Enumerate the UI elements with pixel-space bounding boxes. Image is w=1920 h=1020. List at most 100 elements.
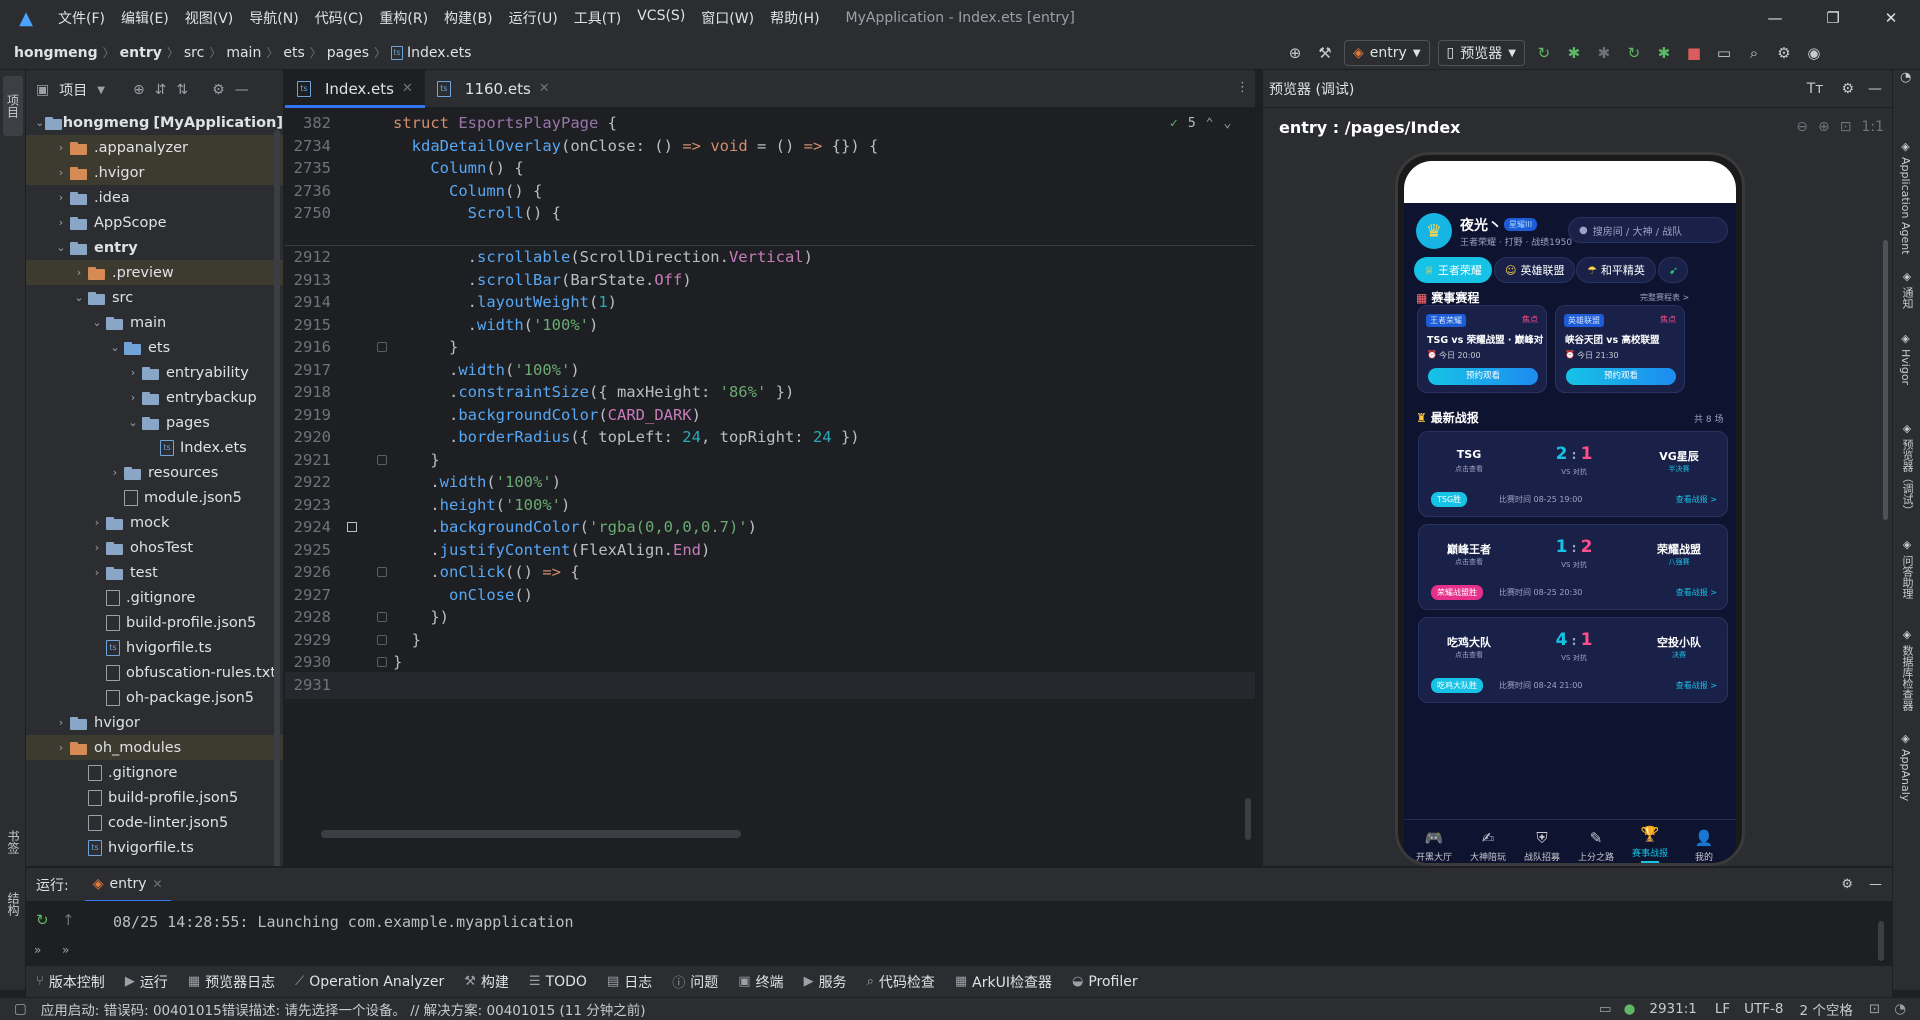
tree-item[interactable]: ⌄ hongmeng [MyApplication] [26, 110, 283, 135]
app-tab-item[interactable]: ⛨ 战队招募 [1516, 829, 1568, 863]
fold-marker-icon[interactable] [377, 657, 387, 667]
close-tab-icon[interactable]: ✕ [539, 81, 550, 96]
notifications-icon[interactable]: ◔ [1900, 70, 1911, 85]
bottom-tool-button[interactable]: ▦ ArkUI检查器 [945, 972, 1062, 992]
collapse-all-icon[interactable]: ⇅ [176, 82, 188, 98]
fit-screen-icon[interactable]: ⊡ [1840, 119, 1852, 135]
chevron-right-icon[interactable]: › [52, 191, 70, 204]
tree-item[interactable]: obfuscation-rules.txt [26, 660, 283, 685]
tree-item[interactable]: ts hvigorfile.ts [26, 635, 283, 660]
tree-item[interactable]: › .hvigor [26, 160, 283, 185]
right-tool-button[interactable]: ◈ 通知 [1899, 270, 1915, 309]
avatar[interactable]: ♛ [1416, 213, 1452, 249]
tree-item[interactable]: ⌄ pages [26, 410, 283, 435]
console-scrollbar[interactable] [1878, 921, 1884, 961]
chevron-up-icon[interactable]: ⌃ [1206, 116, 1214, 131]
tree-item[interactable]: › mock [26, 510, 283, 535]
full-schedule-link[interactable]: 完整赛程表 > [1640, 292, 1689, 303]
close-icon[interactable]: ✕ [1862, 0, 1920, 36]
bottom-tool-button[interactable]: ▣ 终端 [728, 972, 793, 992]
panel-toggle-icon[interactable]: ▢ [14, 1001, 27, 1017]
search-icon[interactable]: ⌕ [1739, 38, 1769, 68]
bottom-tool-button[interactable]: ▤ 日志 [597, 972, 662, 992]
chevron-right-icon[interactable]: › [70, 266, 88, 279]
tree-item[interactable]: › entryability [26, 360, 283, 385]
app-tab-item[interactable]: 👤 我的 [1678, 829, 1730, 863]
file-encoding[interactable]: UTF-8 [1744, 1001, 1783, 1017]
chevron-right-icon[interactable]: › [52, 141, 70, 154]
bottom-tool-button[interactable]: ⚒ 构建 [454, 972, 519, 992]
menu-item[interactable]: 帮助(H) [762, 8, 827, 28]
tree-item[interactable]: build-profile.json5 [26, 610, 283, 635]
chevron-right-icon[interactable]: › [124, 366, 142, 379]
bottom-tool-button[interactable]: ☰ TODO [519, 974, 597, 990]
settings-icon[interactable]: ⚙ [1841, 81, 1854, 97]
device-manager-icon[interactable]: ▭ [1709, 38, 1739, 68]
right-tool-button[interactable]: ◈ 问答助理 [1899, 538, 1915, 599]
tree-scrollbar[interactable] [274, 130, 280, 866]
close-tab-icon[interactable]: ✕ [402, 81, 413, 96]
report-link[interactable]: 查看战报 > [1676, 680, 1717, 691]
game-tab-more[interactable]: ➹ [1658, 257, 1688, 283]
color-preview-swatch[interactable] [347, 522, 357, 532]
fold-marker-icon[interactable] [377, 567, 387, 577]
settings-icon[interactable]: ⚙ [1841, 877, 1853, 892]
reserve-button[interactable]: 预约观看 [1428, 368, 1538, 385]
chevron-down-icon[interactable]: ⌄ [52, 241, 70, 254]
result-card[interactable]: 巅峰王者 点击查看 1 : 2 VS 对抗 荣耀战盟 八强赛 荣耀战盟胜 比赛时间 08-25… [1418, 524, 1728, 610]
expand-icon[interactable]: » [62, 943, 69, 957]
right-tool-button[interactable]: ◈ 数据库检查器 [1899, 628, 1915, 711]
expand-icon[interactable]: » [34, 943, 41, 957]
run-config-select[interactable]: ◈ entry ▼ [1344, 40, 1430, 66]
tree-item[interactable]: › hvigor [26, 710, 283, 735]
attach-debugger-icon[interactable]: ✱ [1589, 38, 1619, 68]
chevron-down-icon[interactable]: ▼ [97, 85, 105, 96]
profile-icon[interactable]: ✱ [1649, 38, 1679, 68]
debug-icon[interactable]: ✱ [1559, 38, 1589, 68]
options-gear-icon[interactable]: ⚙ [212, 82, 225, 98]
game-tab[interactable]: ☺ 英雄联盟 [1494, 257, 1576, 283]
tree-item[interactable]: › .idea [26, 185, 283, 210]
match-card[interactable]: 英雄联盟 焦点 峡谷天团 vs 高校联盟 ⏰ 今日 21:30 预约观看 [1555, 305, 1685, 393]
menu-item[interactable]: 运行(U) [501, 8, 566, 28]
chevron-right-icon[interactable]: › [88, 516, 106, 529]
apply-changes-icon[interactable]: ↻ [1619, 38, 1649, 68]
indent-setting[interactable]: 2 个空格 [1800, 999, 1853, 1019]
tree-item[interactable]: module.json5 [26, 485, 283, 510]
tree-item[interactable]: › AppScope [26, 210, 283, 235]
rerun-icon[interactable]: ↻ [36, 911, 49, 929]
right-tool-button[interactable]: ◈ 预览器（调试） [1899, 422, 1915, 516]
menu-item[interactable]: 重构(R) [371, 8, 436, 28]
right-tool-button[interactable]: ◈ AppAnaly [1899, 732, 1912, 801]
menu-item[interactable]: 编辑(E) [113, 8, 177, 28]
run-console[interactable]: ↻ ↑ » » 08/25 14:28:55: Launching com.ex… [26, 901, 1892, 965]
chevron-down-icon[interactable]: ⌄ [106, 341, 124, 354]
chevron-right-icon[interactable]: › [106, 466, 124, 479]
expand-all-icon[interactable]: ⇵ [155, 82, 167, 98]
chevron-down-icon[interactable]: ⌄ [88, 316, 106, 329]
menu-item[interactable]: 代码(C) [307, 8, 372, 28]
actual-size-icon[interactable]: 1:1 [1861, 119, 1884, 135]
fold-marker-icon[interactable] [377, 342, 387, 352]
fold-marker-icon[interactable] [377, 634, 387, 645]
menu-item[interactable]: 窗口(W) [693, 8, 762, 28]
tree-item[interactable]: build-profile.json5 [26, 785, 283, 810]
tree-item[interactable]: ts Index.ets [26, 435, 283, 460]
app-tab-item[interactable]: ✎ 上分之路 [1570, 829, 1622, 863]
right-tool-button[interactable]: ◈ Application Agent [1899, 140, 1912, 255]
editor-tab[interactable]: ts Index.ets ✕ [285, 69, 425, 108]
tree-item[interactable]: ⌄ src [26, 285, 283, 310]
project-panel-title[interactable]: 项目 [59, 80, 87, 100]
close-tab-icon[interactable]: ✕ [153, 877, 163, 891]
tree-item[interactable]: › resources [26, 460, 283, 485]
breadcrumb-item[interactable]: main [226, 45, 261, 61]
locate-icon[interactable]: ⊕ [133, 82, 145, 98]
menu-item[interactable]: 导航(N) [241, 8, 306, 28]
chevron-down-icon[interactable]: ⌄ [70, 291, 88, 304]
menu-item[interactable]: 文件(F) [50, 8, 113, 28]
app-tab-item[interactable]: ✍ 大神陪玩 [1462, 829, 1514, 863]
result-card[interactable]: 吃鸡大队 点击查看 4 : 1 VS 对抗 空投小队 决赛 吃鸡大队胜 比赛时间 08-24 … [1418, 617, 1728, 703]
status-message[interactable]: 应用启动: 错误码: 00401015错误描述: 请先选择一个设备。 // 解决… [41, 999, 646, 1019]
tree-item[interactable]: › .preview [26, 260, 283, 285]
menu-item[interactable]: VCS(S) [629, 8, 693, 28]
